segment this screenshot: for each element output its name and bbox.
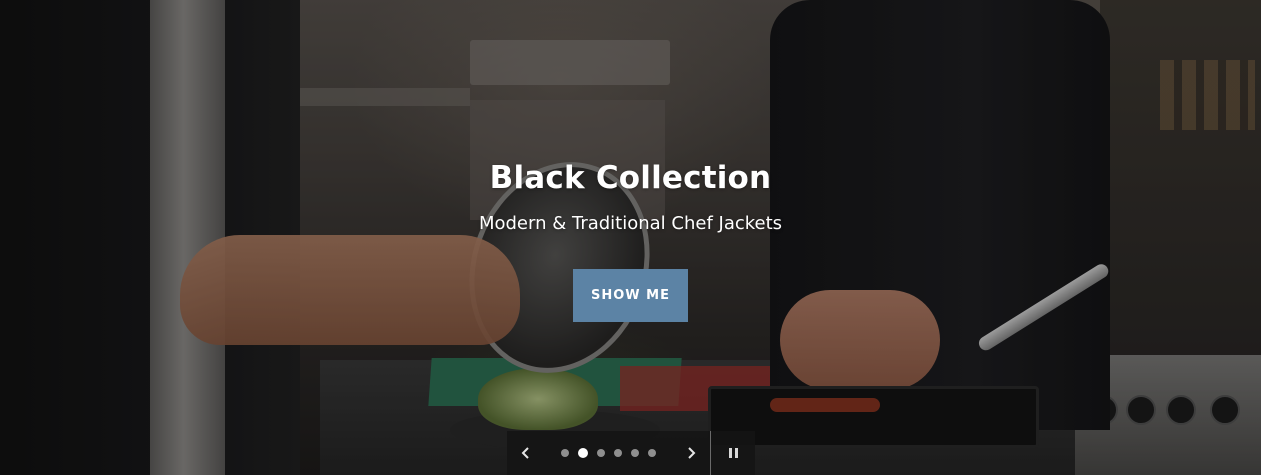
chevron-left-icon [521,447,529,459]
slide-dot-6[interactable] [648,449,656,457]
slide-dot-4[interactable] [614,449,622,457]
slideshow-controls [507,431,755,475]
next-slide-button[interactable] [672,431,710,475]
slide-dots [545,448,672,458]
slide-dot-1[interactable] [561,449,569,457]
chevron-right-icon [688,447,696,459]
slide-dot-3[interactable] [597,449,605,457]
previous-slide-button[interactable] [507,431,545,475]
slide-dot-5[interactable] [631,449,639,457]
slide-title: Black Collection [489,160,772,196]
pause-slideshow-button[interactable] [711,431,755,475]
hero-slideshow: Black Collection Modern & Traditional Ch… [0,0,1261,475]
slide-dot-2[interactable] [578,448,588,458]
show-me-button[interactable]: SHOW ME [573,269,688,322]
pause-icon [727,448,739,458]
slide-subtitle: Modern & Traditional Chef Jackets [478,213,783,234]
slide-caption: Black Collection Modern & Traditional Ch… [0,158,1261,322]
